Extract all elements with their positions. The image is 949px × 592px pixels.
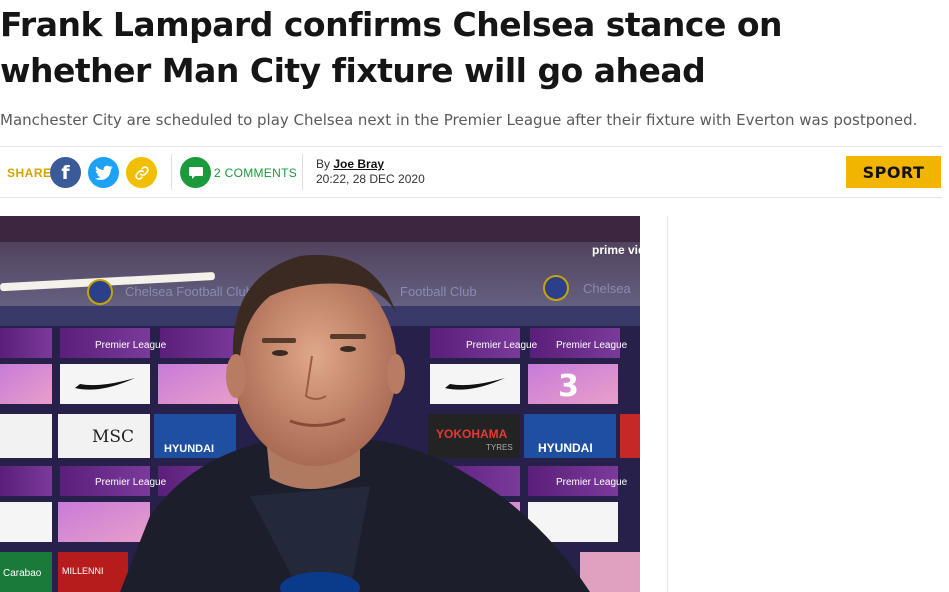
carabao-logo: Carabao	[3, 568, 42, 579]
facebook-icon: f	[61, 161, 70, 184]
chelsea-crest-icon	[87, 279, 113, 305]
yokohama-logo: YOKOHAMA	[436, 427, 508, 441]
comments-count-link[interactable]: 2 COMMENTS	[214, 166, 297, 180]
club-board-text-3: Chelsea	[583, 281, 631, 296]
meta-divider	[171, 154, 172, 190]
comment-bubble-icon	[188, 166, 203, 179]
hyundai-logo: HYUNDAI	[164, 443, 214, 455]
premier-league-board: Premier League	[556, 477, 628, 488]
premier-league-board: Premier League	[95, 477, 167, 488]
publish-timestamp: 20:22, 28 DEC 2020	[316, 172, 425, 186]
premier-league-board: Premier League	[466, 340, 538, 351]
premier-league-board: Premier League	[95, 340, 167, 351]
club-board-text-2: Football Club	[400, 284, 477, 299]
article-headline: Frank Lampard confirms Chelsea stance on…	[0, 5, 783, 90]
article-meta-bar: SHARE f 2 COMMENTS By Joe Bray 20:22, 28…	[0, 146, 942, 198]
byline: By Joe Bray	[316, 157, 384, 171]
twitter-icon	[94, 165, 113, 180]
byline-prefix: By	[316, 157, 331, 171]
meta-divider	[302, 154, 303, 190]
sidebar-divider	[667, 216, 668, 592]
chelsea-crest-icon	[543, 275, 569, 301]
section-badge-sport[interactable]: SPORT	[846, 156, 941, 188]
three-logo: 3	[558, 369, 579, 404]
yokohama-sub: TYRES	[486, 443, 513, 452]
author-link[interactable]: Joe Bray	[333, 157, 384, 171]
hyundai-logo: HYUNDAI	[538, 441, 593, 455]
share-label: SHARE	[7, 166, 52, 180]
hero-image: Chelsea Football Club Football Club Chel…	[0, 216, 640, 592]
club-board-text: Chelsea Football Club	[125, 284, 253, 299]
twitter-share-button[interactable]	[88, 157, 119, 188]
comments-button[interactable]	[180, 157, 211, 188]
article-standfirst: Manchester City are scheduled to play Ch…	[0, 111, 918, 129]
copy-link-button[interactable]	[126, 157, 157, 188]
hero-video-frame[interactable]: Chelsea Football Club Football Club Chel…	[0, 216, 640, 592]
millennium-logo: MILLENNI	[62, 566, 104, 576]
link-icon	[134, 165, 149, 180]
video-watermark: prime vide	[592, 243, 640, 257]
facebook-share-button[interactable]: f	[50, 157, 81, 188]
premier-league-board: Premier League	[556, 340, 628, 351]
msc-logo: MSC	[92, 427, 134, 447]
